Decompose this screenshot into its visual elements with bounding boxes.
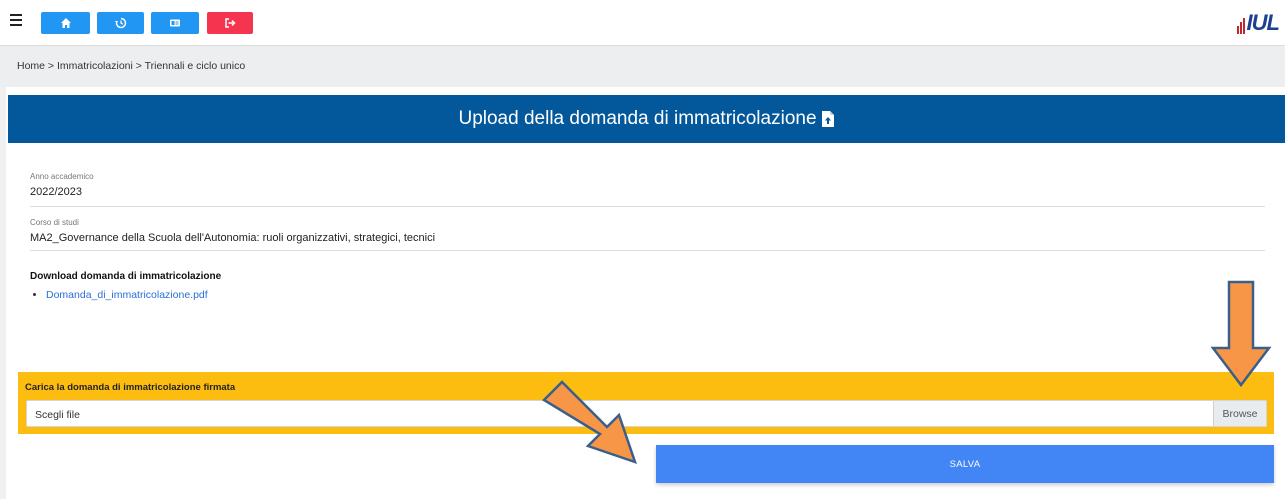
breadcrumb-bar: Home > Immatricolazioni > Triennali e ci… <box>0 47 1285 87</box>
history-button[interactable] <box>97 12 144 34</box>
hamburger-icon[interactable] <box>10 14 22 28</box>
down-arrow-annotation <box>1210 280 1272 388</box>
history-icon <box>114 17 126 29</box>
logo-mark-icon <box>1236 18 1245 34</box>
academic-year-label: Anno accademico <box>30 172 94 181</box>
academic-year-value: 2022/2023 <box>30 186 82 198</box>
academic-year-field: Anno accademico 2022/2023 <box>30 172 1265 207</box>
iul-logo[interactable]: IUL <box>1236 10 1280 35</box>
home-icon <box>60 18 71 28</box>
page-title: Upload della domanda di immatricolazione <box>458 108 817 129</box>
download-list: Domanda_di_immatricolazione.pdf <box>46 289 208 301</box>
save-button[interactable]: SALVA <box>656 445 1274 483</box>
download-pdf-link[interactable]: Domanda_di_immatricolazione.pdf <box>46 289 208 301</box>
file-input-placeholder: Scegli file <box>35 409 80 421</box>
download-title: Download domanda di immatricolazione <box>30 271 222 282</box>
upload-label: Carica la domanda di immatricolazione fi… <box>25 382 236 393</box>
upload-section: Carica la domanda di immatricolazione fi… <box>18 372 1274 434</box>
left-gutter <box>0 87 6 499</box>
id-card-icon <box>170 19 180 27</box>
home-button[interactable] <box>41 12 90 34</box>
logo-text: IUL <box>1246 10 1280 35</box>
list-item: Domanda_di_immatricolazione.pdf <box>46 289 208 301</box>
course-value: MA2_Governance della Scuola dell'Autonom… <box>30 232 436 244</box>
top-navigation-bar: IUL <box>0 0 1285 46</box>
file-upload-icon <box>821 111 834 127</box>
course-label: Corso di studi <box>30 218 79 227</box>
diagonal-arrow-annotation <box>541 380 638 465</box>
page-header: Upload della domanda di immatricolazione <box>8 95 1285 143</box>
file-input[interactable]: Scegli file Browse <box>26 400 1267 427</box>
course-field: Corso di studi MA2_Governance della Scuo… <box>30 218 1265 251</box>
logout-button[interactable] <box>207 12 253 34</box>
breadcrumb: Home > Immatricolazioni > Triennali e ci… <box>17 60 246 72</box>
logout-icon <box>225 18 236 28</box>
id-card-button[interactable] <box>151 12 199 34</box>
browse-button[interactable]: Browse <box>1213 401 1266 426</box>
